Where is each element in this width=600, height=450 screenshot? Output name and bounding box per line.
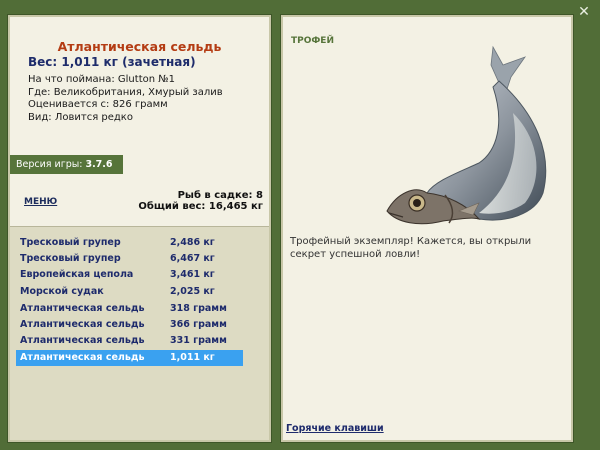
catch-weight: 6,467 кг [170, 253, 215, 264]
catch-weight: 3,461 кг [170, 269, 215, 280]
location-value: Великобритания, Хмурый залив [53, 86, 223, 98]
value-value: 826 грамм [112, 99, 168, 110]
catch-weight: 366 грамм [170, 319, 227, 330]
catch-row[interactable]: Атлантическая сельдь 318 грамм [16, 301, 243, 317]
catch-weight: 318 грамм [170, 303, 227, 314]
trophy-label: ТРОФЕЙ [291, 36, 334, 46]
cage-total-row: Общий вес: 16,465 кг [138, 201, 263, 212]
catch-list: Тресковый групер 2,486 кг Тресковый групер… [10, 226, 269, 440]
catch-name: Европейская цепола [20, 269, 134, 280]
menu-button[interactable]: МЕНЮ [24, 197, 57, 207]
catch-name: Атлантическая сельдь [20, 335, 145, 346]
version-bar: Версия игры: 3.7.6 [10, 155, 123, 174]
fish-title: Атлантическая сельдь [57, 39, 222, 54]
kind-value: Ловится редко [54, 111, 133, 123]
catch-row[interactable]: Морской судак 2,025 кг [16, 284, 243, 300]
version-number: 3.7.6 [85, 159, 113, 170]
catch-row[interactable]: Атлантическая сельдь 1,011 кг [16, 350, 243, 366]
location-row: Где: Великобритания, Хмурый залив [28, 87, 223, 100]
catch-row[interactable]: Атлантическая сельдь 366 грамм [16, 317, 243, 333]
catch-name: Атлантическая сельдь [20, 352, 145, 363]
value-label: Оценивается с: [28, 99, 110, 110]
cage-total-label: Общий вес: [138, 201, 206, 212]
trophy-panel: ТРОФЕЙ Трофейный экземпляр! Кажется, вы … [281, 15, 573, 442]
catch-row[interactable]: Атлантическая сельдь 331 грамм [16, 333, 243, 349]
catch-weight: 331 грамм [170, 335, 227, 346]
value-row: Оценивается с: 826 грамм [28, 99, 223, 112]
caught-with-row: На что поймана: Glutton №1 [28, 74, 223, 87]
location-label: Где: [28, 86, 51, 98]
catch-weight: 2,025 кг [170, 286, 215, 297]
caught-with-value: Glutton №1 [117, 74, 176, 85]
fish-info-panel: Атлантическая сельдь Вес: 1,011 кг (заче… [8, 15, 271, 442]
catch-name: Атлантическая сельдь [20, 319, 145, 330]
catch-row[interactable]: Тресковый групер 6,467 кг [16, 251, 243, 267]
catch-name: Тресковый групер [20, 253, 121, 264]
cage-count-value: 8 [256, 190, 263, 201]
catch-name: Тресковый групер [20, 237, 121, 248]
trophy-message: Трофейный экземпляр! Кажется, вы открыли… [290, 236, 532, 260]
catch-row[interactable]: Европейская цепола 3,461 кг [16, 267, 243, 283]
fish-details: На что поймана: Glutton №1 Где: Великобр… [28, 74, 223, 124]
fish-image [386, 45, 547, 225]
kind-label: Вид: [28, 111, 52, 123]
close-icon[interactable]: ✕ [576, 4, 592, 20]
cage-total-value: 16,465 кг [208, 201, 263, 212]
cage-count-row: Рыб в садке: 8 [138, 190, 263, 201]
kind-row: Вид: Ловится редко [28, 112, 223, 125]
catch-row[interactable]: Тресковый групер 2,486 кг [16, 235, 243, 251]
version-label: Версия игры: [16, 159, 83, 170]
hotkeys-link[interactable]: Горячие клавиши [286, 423, 384, 434]
caught-with-label: На что поймана: [28, 74, 115, 85]
fish-weight: Вес: 1,011 кг (зачетная) [28, 55, 196, 69]
catch-weight: 1,011 кг [170, 352, 215, 363]
cage-stats: Рыб в садке: 8 Общий вес: 16,465 кг [138, 190, 263, 212]
catch-weight: 2,486 кг [170, 237, 215, 248]
catch-name: Морской судак [20, 286, 104, 297]
cage-count-label: Рыб в садке: [177, 190, 253, 201]
catch-name: Атлантическая сельдь [20, 303, 145, 314]
